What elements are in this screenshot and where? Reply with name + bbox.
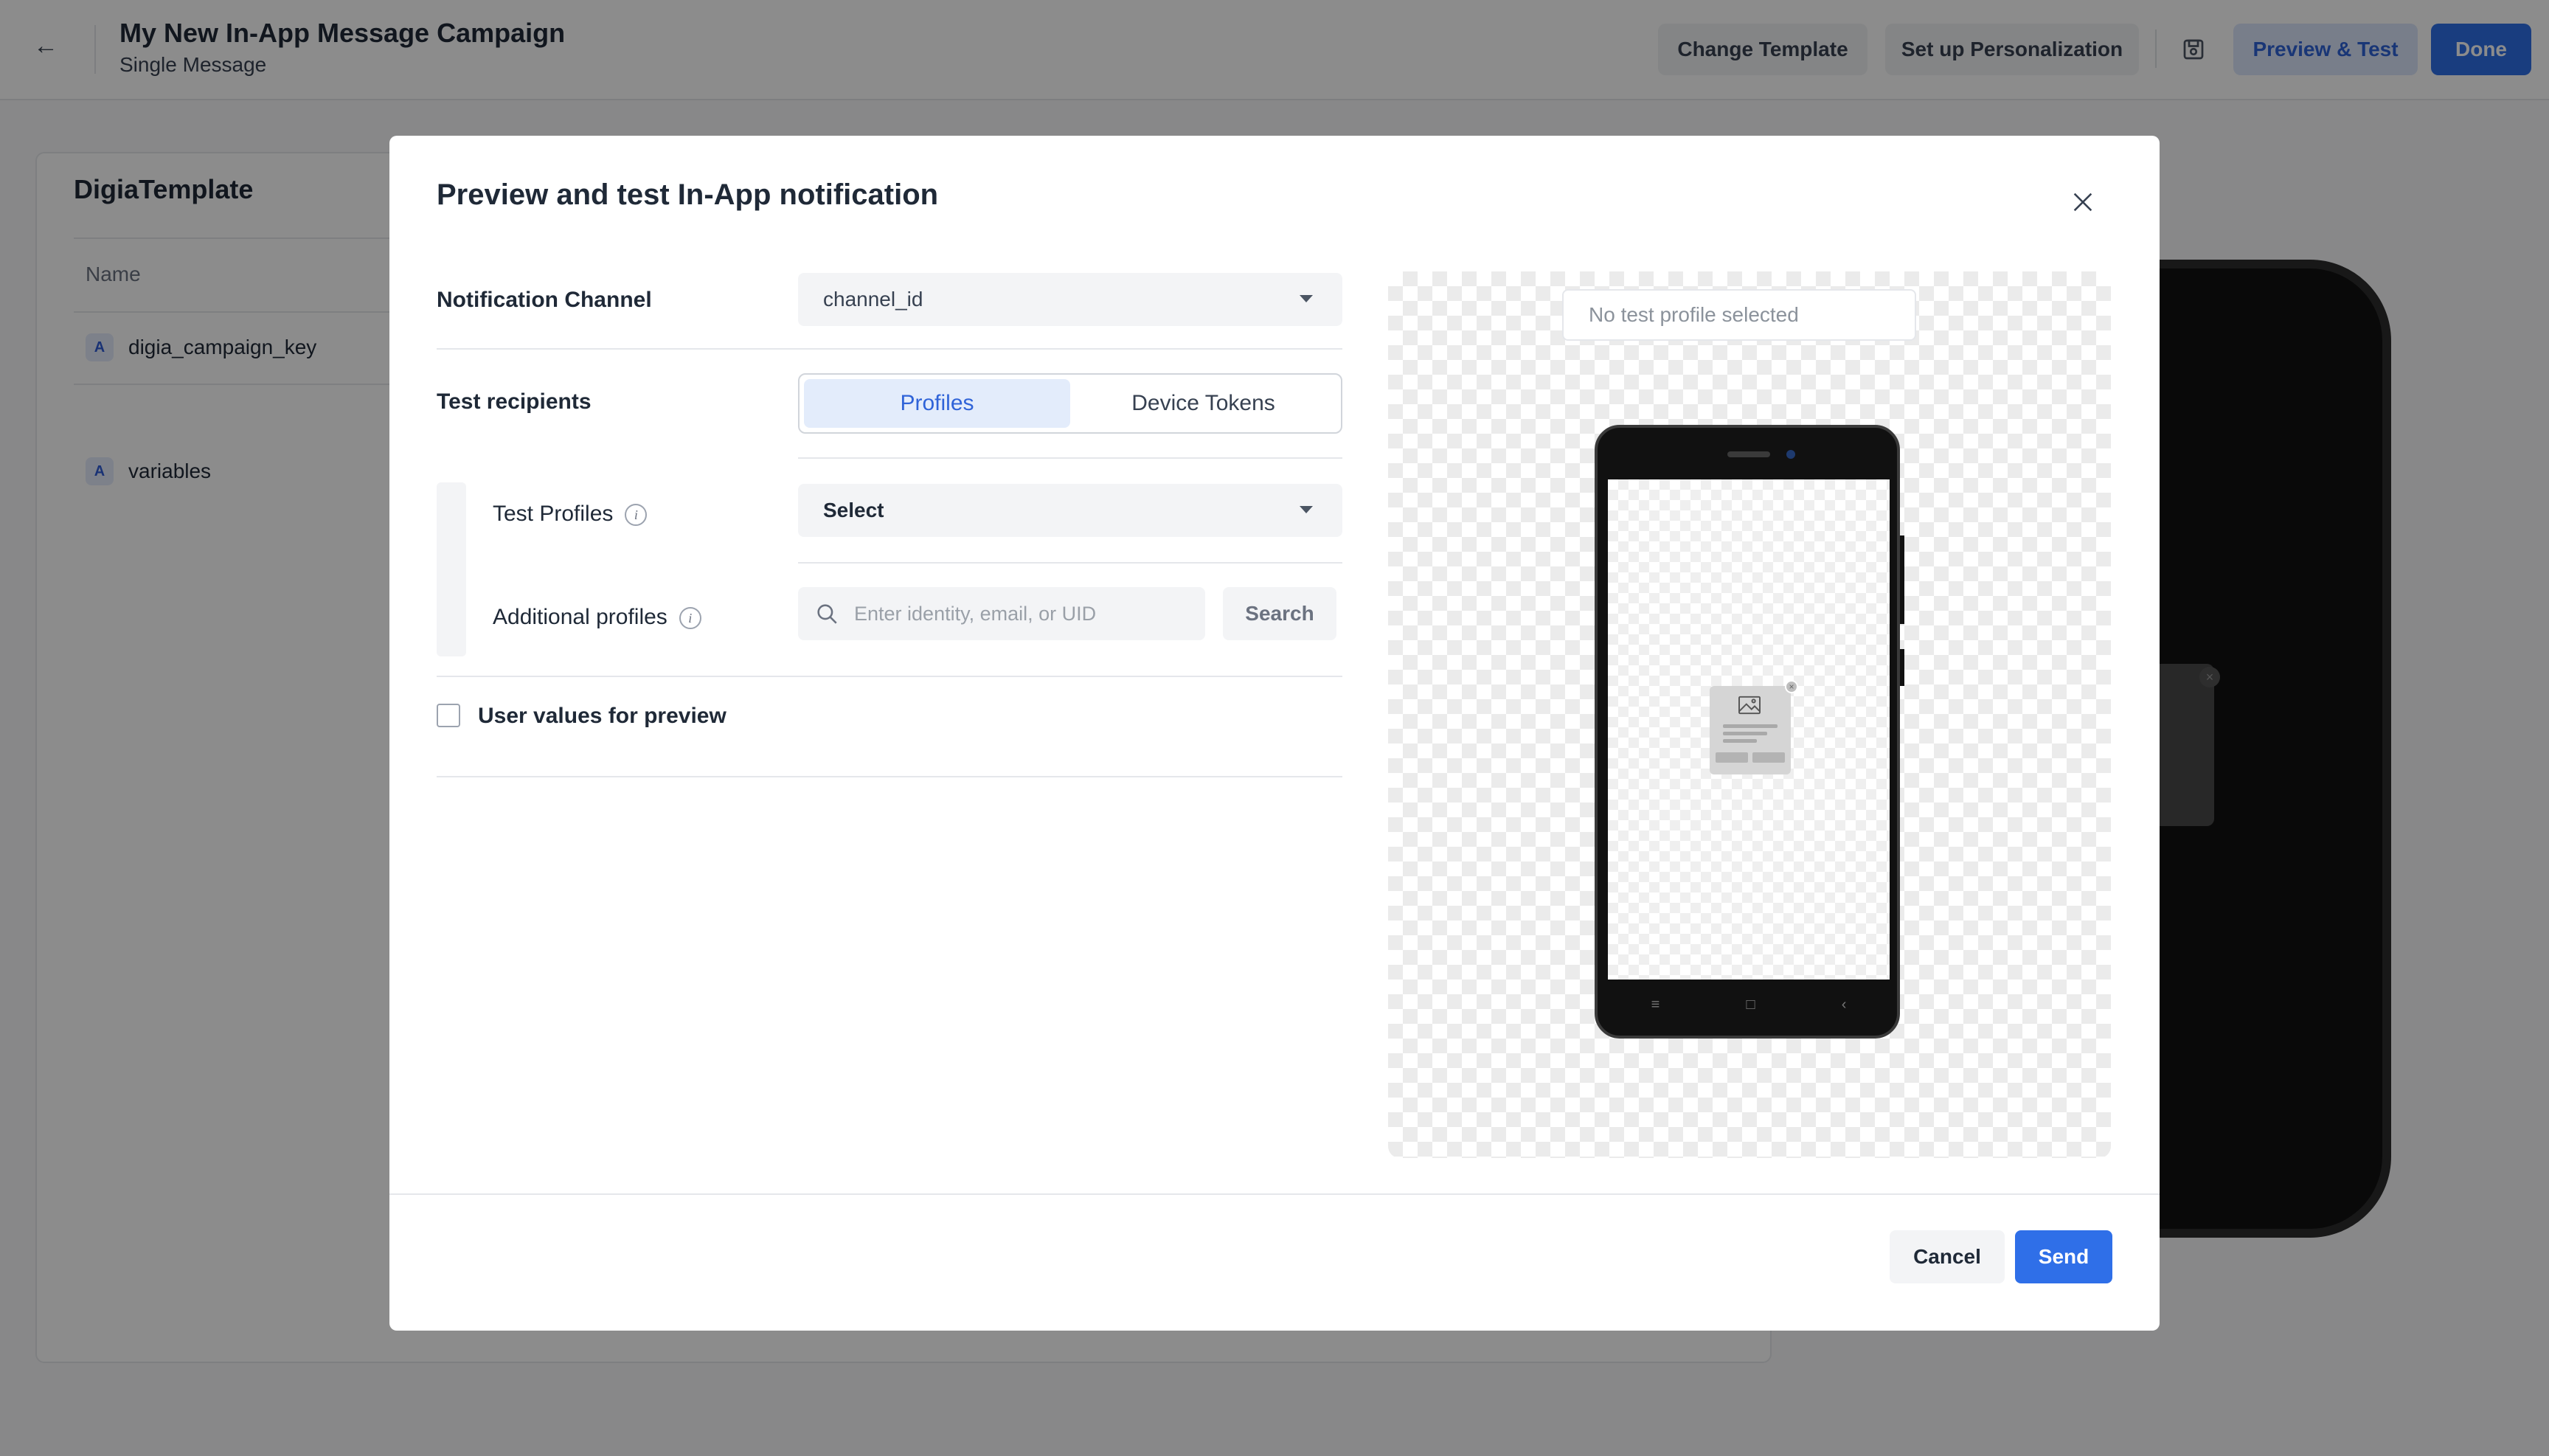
phone-camera (1786, 450, 1795, 459)
preview-test-modal: Preview and test In-App notification Not… (389, 136, 2160, 1331)
phone-mockup: × ≡ □ ‹ (1595, 425, 1904, 1039)
test-profiles-label: Test Profiles i (493, 502, 648, 527)
search-icon (817, 604, 837, 624)
test-profile-indicator: No test profile selected (1562, 289, 1916, 341)
close-icon[interactable] (2062, 181, 2104, 223)
back-icon: ‹ (1841, 996, 1847, 1013)
cancel-button[interactable]: Cancel (1890, 1230, 2005, 1283)
user-values-checkbox[interactable] (437, 704, 460, 727)
device-preview-panel: No test profile selected × ≡ □ ‹ (1388, 271, 2111, 1158)
recipients-label: Test recipients (437, 389, 592, 414)
send-button[interactable]: Send (2015, 1230, 2112, 1283)
divider (798, 457, 1342, 459)
phone-side-button (1900, 649, 1904, 686)
chevron-down-icon (1300, 295, 1313, 302)
divider (798, 562, 1342, 564)
text-line (1723, 724, 1778, 728)
indent-bar (437, 482, 466, 656)
additional-profiles-label: Additional profiles i (493, 605, 701, 630)
channel-select[interactable]: channel_id (798, 273, 1342, 326)
divider (437, 776, 1342, 777)
tab-device-tokens[interactable]: Device Tokens (1070, 379, 1336, 428)
profile-search-field[interactable] (798, 587, 1205, 640)
text-line (1723, 732, 1767, 735)
text-line (1723, 739, 1757, 743)
test-profiles-value: Select (823, 499, 884, 521)
home-icon: □ (1746, 996, 1755, 1013)
additional-profiles-text: Additional profiles (493, 605, 667, 629)
recipient-type-tabs: Profiles Device Tokens (798, 373, 1342, 434)
channel-label: Notification Channel (437, 288, 652, 312)
menu-icon: ≡ (1651, 996, 1660, 1013)
close-icon: × (1785, 680, 1798, 693)
phone-nav-bar: ≡ □ ‹ (1608, 982, 1890, 1027)
info-icon[interactable]: i (679, 607, 701, 630)
button-placeholder (1716, 752, 1748, 763)
channel-value: channel_id (823, 288, 923, 311)
search-button[interactable]: Search (1223, 587, 1336, 640)
test-profiles-select[interactable]: Select (798, 484, 1342, 537)
image-icon (1738, 696, 1761, 715)
phone-speaker (1727, 451, 1770, 457)
in-app-message-thumbnail (1710, 686, 1791, 774)
profile-search-input[interactable] (854, 602, 1193, 625)
phone-screen: × (1608, 479, 1890, 980)
tab-profiles[interactable]: Profiles (804, 379, 1070, 428)
user-values-label: User values for preview (478, 704, 726, 728)
divider (437, 348, 1342, 350)
divider (437, 676, 1342, 677)
info-icon[interactable]: i (625, 504, 648, 527)
divider (389, 1193, 2160, 1195)
chevron-down-icon (1300, 506, 1313, 513)
test-profiles-text: Test Profiles (493, 502, 614, 526)
modal-title: Preview and test In-App notification (437, 178, 939, 211)
button-placeholder (1752, 752, 1785, 763)
phone-side-button (1900, 535, 1904, 624)
